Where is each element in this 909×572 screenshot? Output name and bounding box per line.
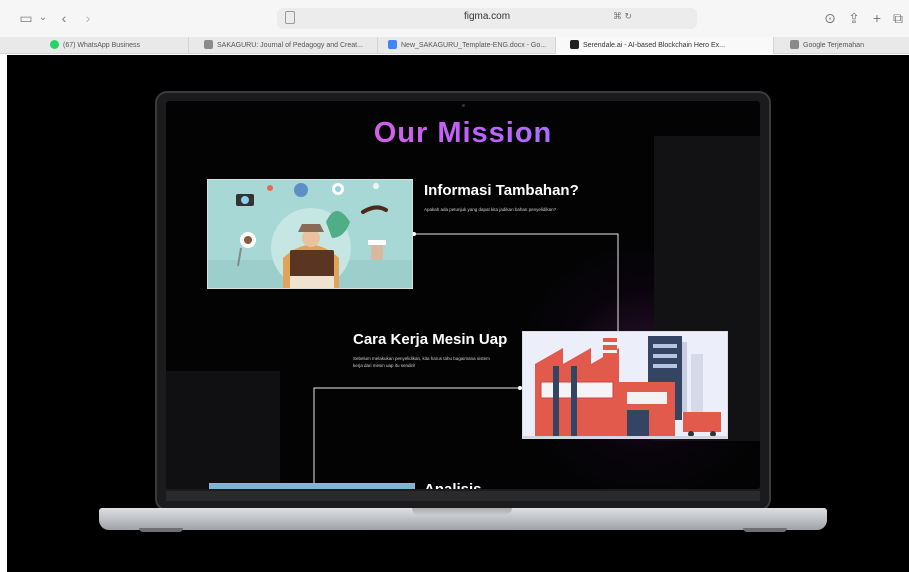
address-bar[interactable]: figma.com ⌘ ↻ bbox=[277, 8, 697, 29]
tab-label: Google Terjemahan bbox=[803, 42, 864, 49]
laptop-opening-notch bbox=[412, 508, 512, 515]
download-icon[interactable]: ⊙ bbox=[823, 10, 837, 26]
tab-bar: (67) WhatsApp Business SAKAGURU: Journal… bbox=[0, 37, 909, 54]
forward-icon[interactable]: › bbox=[82, 10, 94, 26]
tab-label: New_SAKAGURU_Template-ENG.docx - Go... bbox=[401, 42, 547, 49]
item-description-2: Sebelum melakukan penyelidikan, kita har… bbox=[353, 356, 490, 368]
tab-label: (67) WhatsApp Business bbox=[63, 42, 141, 49]
tab-google-docs[interactable]: New_SAKAGURU_Template-ENG.docx - Go... bbox=[378, 37, 556, 54]
item-heading-3: Analisis bbox=[424, 481, 482, 489]
item-heading-1: Informasi Tambahan? bbox=[424, 182, 579, 199]
chevron-down-icon[interactable]: ⌄ bbox=[38, 10, 48, 26]
laptop-foot-left bbox=[139, 528, 183, 532]
item-description-1: Apakah ada petunjuk yang dapat kita jadi… bbox=[424, 207, 557, 212]
share-icon[interactable]: ⇪ bbox=[847, 10, 861, 26]
tab-whatsapp[interactable]: (67) WhatsApp Business bbox=[0, 37, 189, 54]
whatsapp-icon bbox=[50, 40, 59, 49]
tab-sakaguru-journal[interactable]: SAKAGURU: Journal of Pedagogy and Creat.… bbox=[189, 37, 378, 54]
tab-label: SAKAGURU: Journal of Pedagogy and Creat.… bbox=[217, 42, 363, 49]
browser-toolbar: ▭ ⌄ ‹ › figma.com ⌘ ↻ ⊙ ⇪ + ⧉ bbox=[0, 0, 909, 37]
tab-google-translate[interactable]: Google Terjemahan bbox=[774, 37, 909, 54]
item-heading-2: Cara Kerja Mesin Uap bbox=[353, 331, 508, 348]
analysis-illustration bbox=[209, 483, 415, 489]
tab-overview-icon[interactable]: ⧉ bbox=[891, 10, 905, 26]
tab-serendale[interactable]: Serendale.ai - AI-based Blockchain Hero … bbox=[556, 37, 774, 54]
docs-icon bbox=[388, 40, 397, 49]
laptop-base bbox=[99, 508, 827, 532]
translate-app-icon bbox=[790, 40, 799, 49]
journal-icon bbox=[204, 40, 213, 49]
laptop-screen: Our Mission Informasi Tambahan? Apakah a… bbox=[166, 101, 760, 489]
factory-illustration bbox=[522, 331, 728, 439]
screen-bottom-bezel bbox=[166, 491, 760, 501]
translate-icon[interactable]: ⌘ ↻ bbox=[613, 11, 632, 22]
figma-icon bbox=[570, 40, 579, 49]
sidebar-toggle-icon[interactable]: ▭ bbox=[18, 10, 34, 26]
laptop-foot-right bbox=[743, 528, 787, 532]
new-tab-icon[interactable]: + bbox=[870, 10, 884, 26]
back-icon[interactable]: ‹ bbox=[58, 10, 70, 26]
figma-canvas: Our Mission Informasi Tambahan? Apakah a… bbox=[7, 55, 909, 572]
url-text: figma.com bbox=[463, 11, 511, 22]
laptop-lid: Our Mission Informasi Tambahan? Apakah a… bbox=[155, 91, 771, 511]
detective-illustration bbox=[207, 179, 413, 289]
tab-label: Serendale.ai - AI-based Blockchain Hero … bbox=[583, 42, 726, 49]
